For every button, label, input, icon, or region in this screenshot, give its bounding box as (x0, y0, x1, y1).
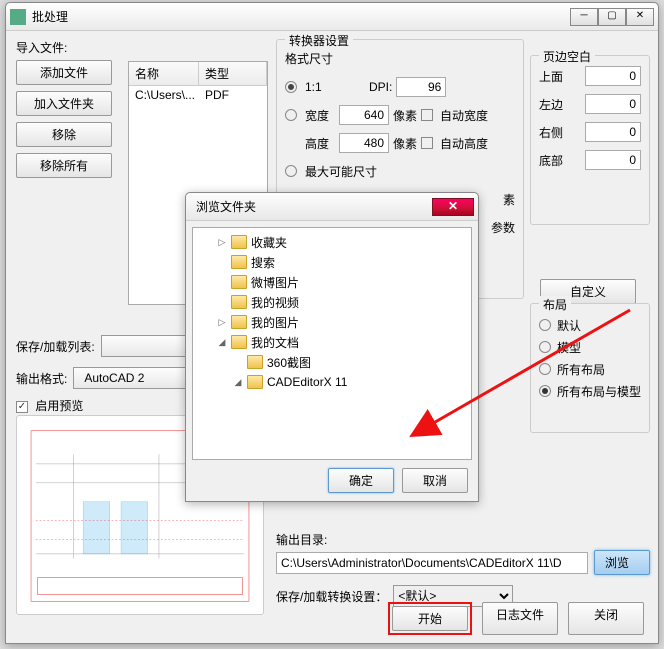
file-header-name[interactable]: 名称 (129, 62, 199, 85)
browse-folder-dialog: 浏览文件夹 ✕ ▷收藏夹 搜索 微博图片 我的视频 ▷我的图片 ◢我的文档 36… (185, 192, 479, 502)
margin-title: 页边空白 (539, 48, 595, 65)
folder-icon (247, 355, 263, 369)
dialog-title: 浏览文件夹 (190, 198, 432, 215)
window-title: 批处理 (32, 8, 570, 25)
output-dir-input[interactable] (276, 552, 588, 574)
import-label: 导入文件: (16, 39, 266, 56)
start-button[interactable]: 开始 (392, 606, 468, 631)
remove-button[interactable]: 移除 (16, 122, 112, 147)
layout-model-label: 模型 (557, 339, 581, 356)
tree-node-360shot[interactable]: 360截图 (193, 352, 471, 372)
layout-all-radio[interactable] (539, 363, 551, 375)
start-highlight-box: 开始 (388, 602, 472, 635)
file-header-type[interactable]: 类型 (199, 62, 267, 85)
margin-right-input[interactable] (585, 122, 641, 142)
folder-icon (231, 315, 247, 329)
margin-left-label: 左边 (539, 96, 563, 113)
dialog-titlebar[interactable]: 浏览文件夹 ✕ (186, 193, 478, 221)
logfiles-button[interactable]: 日志文件 (482, 602, 558, 635)
layout-default-label: 默认 (557, 317, 581, 334)
margin-bottom-input[interactable] (585, 150, 641, 170)
file-type-cell: PDF (205, 88, 229, 102)
folder-icon (231, 255, 247, 269)
app-icon (10, 9, 26, 25)
maximize-button[interactable]: ▢ (598, 8, 626, 26)
ratio-1to1-radio[interactable] (285, 81, 297, 93)
max-size-radio[interactable] (285, 165, 297, 177)
minimize-button[interactable]: ─ (570, 8, 598, 26)
add-folder-button[interactable]: 加入文件夹 (16, 91, 112, 116)
output-dir-section: 输出目录: 浏览 (276, 531, 650, 575)
margin-top-input[interactable] (585, 66, 641, 86)
folder-icon (231, 335, 247, 349)
dialog-ok-button[interactable]: 确定 (328, 468, 394, 493)
tree-node-pictures[interactable]: ▷我的图片 (193, 312, 471, 332)
dialog-cancel-button[interactable]: 取消 (402, 468, 468, 493)
px-label-2: 像素 (393, 135, 417, 152)
tree-node-cadeditor[interactable]: ◢CADEditorX 11 (193, 372, 471, 392)
layout-default-radio[interactable] (539, 319, 551, 331)
add-file-button[interactable]: 添加文件 (16, 60, 112, 85)
margin-right-label: 右侧 (539, 124, 563, 141)
layout-allmodel-radio[interactable] (539, 385, 551, 397)
auto-width-checkbox[interactable] (421, 109, 433, 121)
margin-bottom-label: 底部 (539, 152, 563, 169)
format-label: 输出格式: (16, 370, 67, 387)
folder-tree[interactable]: ▷收藏夹 搜索 微博图片 我的视频 ▷我的图片 ◢我的文档 360截图 ◢CAD… (192, 227, 472, 460)
layout-allmodel-label: 所有布局与模型 (557, 383, 641, 400)
tree-node-weibo[interactable]: 微博图片 (193, 272, 471, 292)
import-section: 导入文件: 添加文件 加入文件夹 移除 移除所有 名称 类型 C:\Users\… (16, 39, 266, 178)
remove-all-button[interactable]: 移除所有 (16, 153, 112, 178)
layout-all-label: 所有布局 (557, 361, 605, 378)
obscured-text-1: 素 (503, 191, 515, 208)
close-main-button[interactable]: 关闭 (568, 602, 644, 635)
custom-size-radio[interactable] (285, 109, 297, 121)
save-list-label: 保存/加载列表: (16, 338, 95, 355)
enable-preview-checkbox[interactable] (16, 401, 28, 413)
enable-preview-row: 启用预览 (16, 397, 83, 414)
width-input[interactable] (339, 105, 389, 125)
dialog-close-button[interactable]: ✕ (432, 198, 474, 216)
auto-width-label: 自动宽度 (440, 107, 488, 124)
layout-group: 布局 默认 模型 所有布局 所有布局与模型 (530, 303, 650, 433)
close-button[interactable]: ✕ (626, 8, 654, 26)
dpi-input[interactable] (396, 77, 446, 97)
layout-title: 布局 (539, 296, 571, 313)
folder-icon (231, 235, 247, 249)
tree-node-videos[interactable]: 我的视频 (193, 292, 471, 312)
tree-node-search[interactable]: 搜索 (193, 252, 471, 272)
margin-left-input[interactable] (585, 94, 641, 114)
folder-icon (231, 295, 247, 309)
width-label: 宽度 (305, 107, 335, 124)
ratio-1to1-label: 1:1 (305, 80, 365, 94)
margin-group: 页边空白 上面 左边 右侧 底部 (530, 55, 650, 225)
size-subtitle: 格式尺寸 (285, 50, 515, 67)
obscured-text-2: 参数 (491, 219, 515, 236)
browse-button[interactable]: 浏览 (594, 550, 650, 575)
height-input[interactable] (339, 133, 389, 153)
footer-buttons: 开始 日志文件 关闭 (6, 602, 658, 635)
tree-node-documents[interactable]: ◢我的文档 (193, 332, 471, 352)
main-titlebar[interactable]: 批处理 ─ ▢ ✕ (6, 3, 658, 31)
px-label-1: 像素 (393, 107, 417, 124)
margin-top-label: 上面 (539, 68, 563, 85)
auto-height-checkbox[interactable] (421, 137, 433, 149)
dpi-label: DPI: (369, 80, 392, 94)
max-size-label: 最大可能尺寸 (305, 163, 377, 180)
height-label: 高度 (305, 135, 335, 152)
folder-icon (247, 375, 263, 389)
enable-preview-label: 启用预览 (35, 399, 83, 413)
tree-node-favorites[interactable]: ▷收藏夹 (193, 232, 471, 252)
layout-model-radio[interactable] (539, 341, 551, 353)
converter-title: 转换器设置 (285, 32, 353, 49)
folder-icon (231, 275, 247, 289)
auto-height-label: 自动高度 (440, 135, 488, 152)
output-dir-label: 输出目录: (276, 531, 650, 548)
file-name-cell: C:\Users\... (135, 88, 205, 102)
file-row[interactable]: C:\Users\... PDF (129, 86, 267, 104)
